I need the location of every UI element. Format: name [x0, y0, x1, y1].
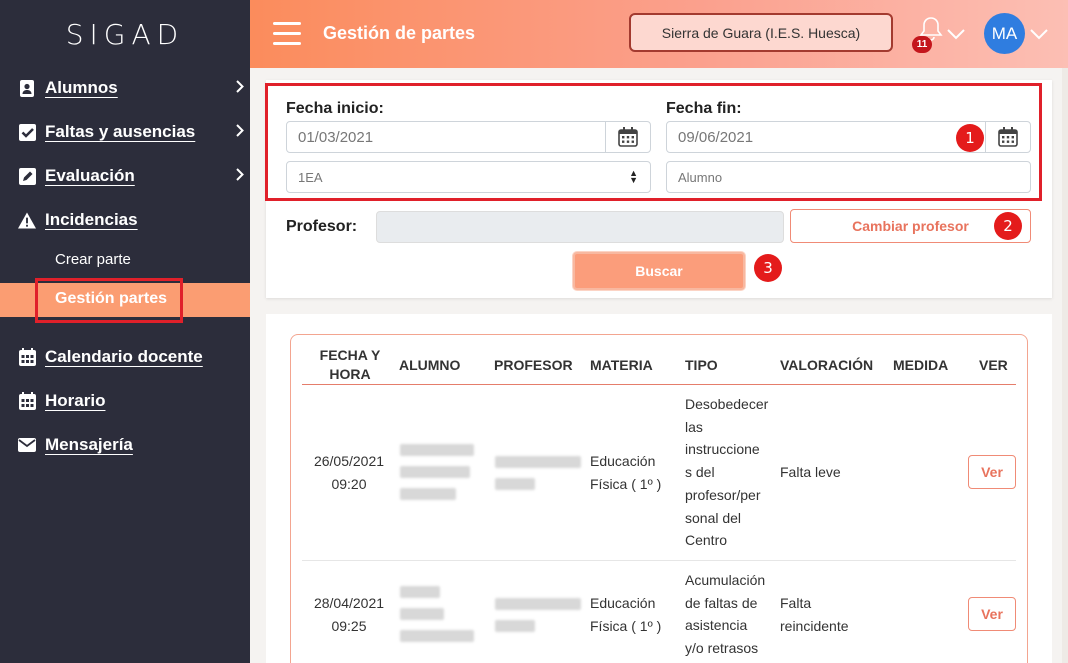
scrollbar[interactable]	[1062, 68, 1068, 663]
sidebar-item-label: Mensajería	[45, 435, 133, 454]
calendar-icon	[998, 127, 1018, 147]
cell-fecha-time: 09:25	[331, 617, 367, 634]
cell-materia: Educación Física ( 1º )	[590, 450, 661, 495]
calendar-icon	[18, 348, 36, 366]
cell-fecha-date: 26/05/2021	[313, 453, 385, 469]
sidebar-item-incidencias[interactable]: Incidencias	[18, 205, 250, 235]
ver-button[interactable]: Ver	[968, 455, 1016, 489]
header-divider	[302, 384, 1016, 385]
ver-button[interactable]: Ver	[968, 597, 1016, 631]
address-book-icon	[18, 79, 36, 97]
sidebar: SIGAD Alumnos Faltas y ausencias Evaluac…	[0, 0, 250, 663]
cell-tipo: Acumulación de faltas de asistencia y/o …	[685, 569, 765, 660]
top-header: Gestión de partes Sierra de Guara (I.E.S…	[250, 0, 1068, 68]
cell-tipo-line: asistencia	[685, 617, 748, 634]
sidebar-item-label: Faltas y ausencias	[45, 122, 196, 141]
grupo-select[interactable]: 1EA ▲ ▼	[286, 161, 651, 193]
row-divider	[302, 560, 1016, 561]
sidebar-item-horario[interactable]: Horario	[18, 386, 250, 416]
fecha-inicio-label: Fecha inicio:	[286, 100, 384, 117]
callout-marker: 1	[956, 124, 984, 152]
cell-tipo-line: instruccione	[685, 441, 760, 458]
sidebar-item-calendario[interactable]: Calendario docente	[18, 342, 250, 372]
fecha-fin-label: Fecha fin:	[666, 100, 742, 117]
column-header-valoracion: VALORACIÓN	[780, 357, 874, 373]
buscar-button[interactable]: Buscar	[573, 252, 745, 290]
cell-valoracion: Falta leve	[780, 464, 841, 480]
alumno-input[interactable]: Alumno	[666, 161, 1031, 193]
cell-tipo-line: profesor/per	[685, 486, 761, 503]
profesor-field	[376, 211, 784, 243]
callout-marker: 2	[994, 212, 1022, 240]
cell-tipo-line: Desobedecer	[685, 396, 769, 412]
cell-tipo-line: de faltas de	[685, 594, 758, 611]
envelope-icon	[18, 436, 36, 454]
cell-materia-line: Educación	[590, 453, 656, 469]
notification-badge: 11	[912, 36, 932, 53]
hamburger-menu-icon[interactable]	[273, 22, 301, 45]
calendar-icon	[18, 392, 36, 410]
app-logo: SIGAD	[65, 18, 185, 51]
cell-materia-line: Educación	[590, 595, 656, 611]
cell-fecha-time: 09:20	[331, 475, 367, 492]
cell-valoracion-line: Falta	[780, 595, 812, 611]
cell-tipo-line: y/o retrasos	[685, 640, 759, 657]
sidebar-item-mensajeria[interactable]: Mensajería	[18, 430, 250, 460]
sidebar-item-label: Evaluación	[45, 166, 135, 185]
column-header-profesor: PROFESOR	[494, 357, 573, 373]
column-header-ver: VER	[979, 357, 1008, 373]
grupo-select-value: 1EA	[298, 169, 323, 185]
sidebar-item-label: Horario	[45, 391, 106, 410]
cell-tipo-line: Centro	[685, 532, 728, 549]
cell-tipo-line: sonal del	[685, 509, 742, 526]
chevron-down-icon[interactable]	[1030, 29, 1048, 40]
cell-tipo-line: s del	[685, 464, 715, 481]
column-header-medida: MEDIDA	[893, 357, 949, 373]
column-header-alumno: ALUMNO	[399, 357, 461, 373]
sidebar-item-faltas[interactable]: Faltas y ausencias	[18, 117, 250, 147]
profesor-label: Profesor:	[286, 218, 358, 235]
avatar[interactable]: MA	[984, 13, 1025, 54]
chevron-right-icon	[236, 124, 244, 137]
cell-tipo-line: las	[685, 418, 703, 435]
calendar-icon	[618, 127, 638, 147]
chevron-right-icon	[236, 80, 244, 93]
cell-materia-line: Física ( 1º )	[590, 475, 662, 492]
column-header-tipo: TIPO	[685, 357, 718, 373]
fecha-inicio-calendar-button[interactable]	[605, 121, 651, 153]
cell-fecha: 28/04/2021 09:25	[306, 592, 392, 637]
chevron-right-icon	[236, 168, 244, 181]
cell-materia-line: Física ( 1º )	[590, 617, 662, 634]
column-header-materia: MATERIA	[590, 357, 653, 373]
sidebar-subitem-crear-parte[interactable]: Crear parte	[55, 251, 131, 268]
sidebar-item-label: Incidencias	[45, 210, 138, 229]
chevron-down-icon[interactable]	[947, 29, 965, 40]
cell-fecha-date: 28/04/2021	[313, 595, 385, 611]
sidebar-item-label: Calendario docente	[45, 347, 203, 366]
callout-marker: 3	[754, 254, 782, 282]
fecha-fin-input[interactable]: 09/06/2021	[666, 121, 986, 153]
cell-fecha: 26/05/2021 09:20	[306, 450, 392, 495]
cell-materia: Educación Física ( 1º )	[590, 592, 661, 637]
cell-valoracion-line: reincidente	[780, 617, 849, 634]
cell-valoracion: Falta reincidente	[780, 592, 849, 637]
page-title: Gestión de partes	[323, 23, 476, 43]
fecha-fin-calendar-button[interactable]	[985, 121, 1031, 153]
cell-tipo: Desobedecer las instruccione s del profe…	[685, 393, 768, 552]
highlight-box	[35, 278, 183, 323]
fecha-inicio-input[interactable]: 01/03/2021	[286, 121, 606, 153]
sidebar-item-evaluacion[interactable]: Evaluación	[18, 161, 250, 191]
check-square-icon	[18, 123, 36, 141]
column-header-fecha: FECHA Y HORA	[319, 347, 381, 382]
select-arrows-icon: ▲ ▼	[629, 168, 638, 185]
sidebar-item-label: Alumnos	[45, 78, 118, 97]
pencil-square-icon	[18, 167, 36, 185]
center-selector-button[interactable]: Sierra de Guara (I.E.S. Huesca)	[629, 13, 893, 52]
sidebar-item-alumnos[interactable]: Alumnos	[18, 73, 250, 103]
cell-tipo-line: Acumulación	[685, 572, 766, 588]
warning-icon	[18, 211, 36, 229]
